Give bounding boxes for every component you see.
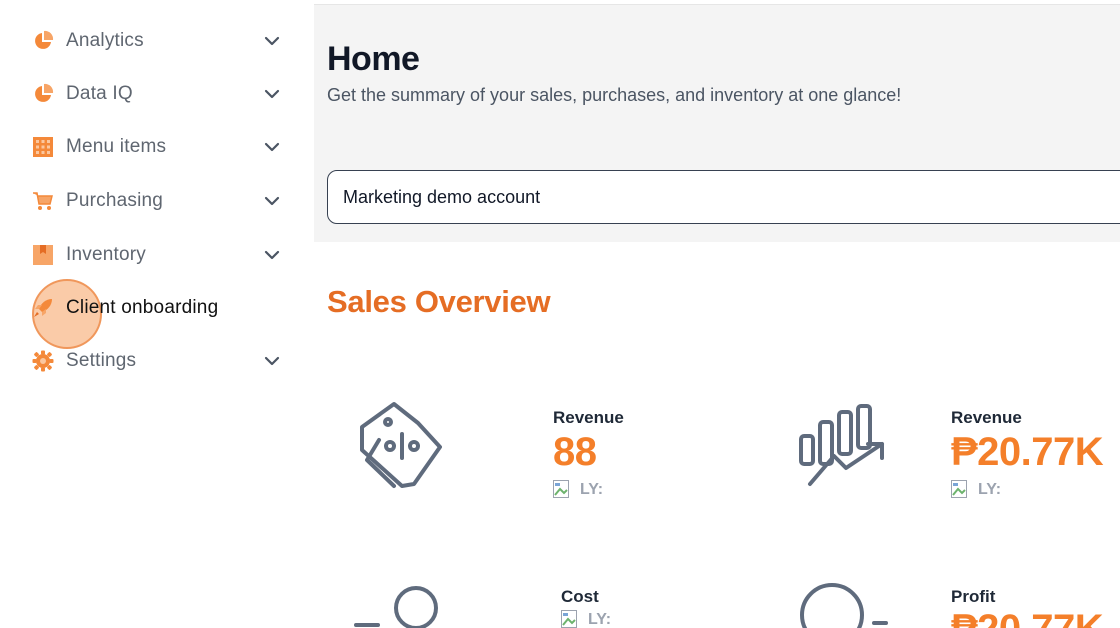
- sidebar-item-data-iq[interactable]: Data IQ: [32, 77, 282, 111]
- sidebar-item-analytics[interactable]: Analytics: [32, 24, 282, 58]
- metric-value: 88: [553, 430, 597, 474]
- rocket-icon: [32, 297, 54, 319]
- ly-row: LY:: [553, 480, 603, 499]
- sidebar-item-purchasing[interactable]: Purchasing: [32, 184, 282, 218]
- sidebar-item-label: Menu items: [66, 136, 167, 157]
- sidebar-item-label: Settings: [66, 350, 137, 371]
- grid-icon: [32, 136, 54, 158]
- sidebar-item-client-onboarding[interactable]: Client onboarding: [32, 291, 282, 325]
- chevron-down-icon[interactable]: [262, 31, 282, 51]
- chevron-down-icon[interactable]: [262, 137, 282, 157]
- box-icon: [32, 244, 54, 266]
- sidebar-item-label: Data IQ: [66, 83, 133, 104]
- metric-label: Revenue: [951, 408, 1022, 427]
- sidebar-item-settings[interactable]: Settings: [32, 344, 282, 378]
- metric-label: Revenue: [553, 408, 624, 427]
- page-title: Home: [327, 40, 420, 78]
- sidebar-item-menu-items[interactable]: Menu items: [32, 130, 282, 164]
- chevron-down-icon[interactable]: [262, 351, 282, 371]
- sidebar-item-label: Client onboarding: [66, 297, 219, 318]
- chevron-down-icon[interactable]: [262, 245, 282, 265]
- sidebar-item-label: Purchasing: [66, 190, 164, 211]
- sidebar-item-inventory[interactable]: Inventory: [32, 238, 282, 272]
- bar-chart-trend-icon: [798, 404, 890, 495]
- ly-row: LY:: [561, 610, 611, 628]
- page-subtitle: Get the summary of your sales, purchases…: [327, 85, 902, 105]
- price-tag-icon: [354, 400, 444, 497]
- metric-label: Profit: [951, 587, 996, 606]
- account-select[interactable]: Marketing demo account: [327, 170, 1120, 224]
- pie-chart-icon: [32, 83, 54, 105]
- chevron-down-icon[interactable]: [262, 191, 282, 211]
- broken-image-icon: [561, 610, 579, 628]
- person-icon: [354, 586, 444, 628]
- gear-icon: [32, 350, 54, 372]
- chevron-down-icon[interactable]: [262, 84, 282, 104]
- sidebar-item-label: Inventory: [66, 244, 146, 265]
- pie-chart-icon: [32, 30, 54, 52]
- cart-icon: [32, 190, 54, 212]
- metric-value: ₱20.77K: [951, 607, 1104, 628]
- metric-value: ₱20.77K: [951, 430, 1104, 474]
- ly-label: LY:: [580, 480, 604, 498]
- sidebar: Analytics Data IQ Menu items Purchasing …: [0, 0, 314, 628]
- sidebar-item-label: Analytics: [66, 30, 144, 51]
- section-title: Sales Overview: [327, 284, 551, 319]
- ly-label: LY:: [588, 610, 612, 628]
- profit-trend-icon: [798, 583, 890, 628]
- metric-label: Cost: [561, 587, 599, 606]
- ly-row: LY:: [951, 480, 1001, 499]
- broken-image-icon: [951, 480, 969, 499]
- broken-image-icon: [553, 480, 571, 499]
- account-select-value: Marketing demo account: [343, 186, 541, 207]
- ly-label: LY:: [978, 480, 1002, 498]
